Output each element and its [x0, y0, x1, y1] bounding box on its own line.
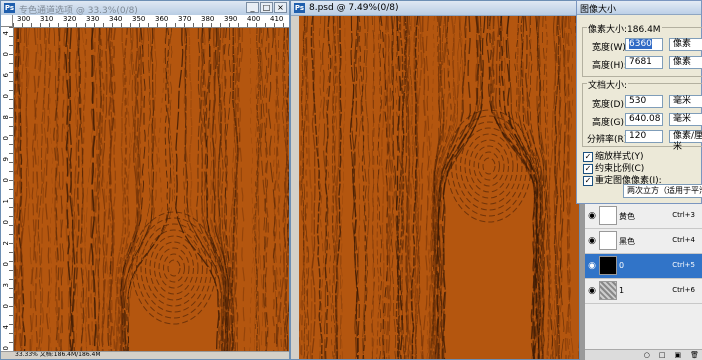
layer-thumbnail: [599, 281, 617, 300]
ruler-tick-label: 320: [63, 15, 77, 23]
dialog-title: 图像大小: [580, 5, 617, 15]
doc-height-label: 高度(G):: [592, 118, 628, 128]
pixel-dimensions-title: 像素大小:186.4M: [587, 22, 662, 35]
layer-thumbnail: [599, 256, 617, 275]
ruler-tick-label: 310: [40, 15, 54, 23]
ruler-tick-label: 400: [247, 15, 261, 23]
eye-icon[interactable]: ◉: [587, 286, 597, 296]
eye-icon[interactable]: ◉: [587, 236, 597, 246]
layer-thumbnail: [599, 206, 617, 225]
trash-icon[interactable]: 🗑: [690, 351, 699, 359]
eye-icon[interactable]: ◉: [587, 261, 597, 271]
layer-row-selected[interactable]: ◉ 0 Ctrl+5: [585, 254, 702, 279]
vertical-ruler: 4 0 6 0 8 0 9 0 1 0 2 0 3 0 4 0: [1, 27, 14, 359]
panel-footer: ○ □ ▣ 🗑: [585, 349, 702, 360]
image-size-dialog: 图像大小 像素大小:186.4M 宽度(W): 6360 像素 高度(H): 7…: [576, 0, 702, 204]
layer-row[interactable]: ◉ 黄色 Ctrl+3: [585, 204, 702, 229]
resample-method-select[interactable]: 两次立方（适用于平滑渐变）: [623, 184, 702, 198]
ruler-tick-label: 0: [2, 94, 10, 99]
right-window-title: 8.psd @ 7.49%(0/8): [309, 3, 399, 13]
ruler-tick-label: 340: [109, 15, 123, 23]
horizontal-ruler: 300 310 320 330 340 350 360 370 380 390 400 410: [13, 15, 289, 28]
ruler-tick-label: 390: [224, 15, 238, 23]
wood-texture-canvas-right[interactable]: [299, 16, 579, 359]
doc-height-input[interactable]: 640.08: [625, 113, 663, 126]
checkmark-icon: ✓: [583, 163, 593, 174]
layer-name: 0: [619, 261, 625, 270]
ruler-tick-label: 0: [2, 220, 10, 225]
ruler-tick-label: 0: [2, 346, 10, 351]
layer-row[interactable]: ◉ 黑色 Ctrl+4: [585, 229, 702, 254]
ruler-tick-label: 370: [178, 15, 192, 23]
layer-name: 黑色: [619, 237, 635, 246]
resolution-label: 分辨率(R):: [587, 135, 631, 145]
right-document-window: Ps 8.psd @ 7.49%(0/8): [290, 0, 580, 360]
width-unit-select[interactable]: 像素: [669, 38, 702, 51]
ruler-tick-label: 330: [86, 15, 100, 23]
photoshop-file-icon: Ps: [294, 3, 305, 13]
layer-shortcut: Ctrl+6: [672, 286, 695, 294]
left-document-window: Ps 专色通道选项 @ 33.3%(0/8) _ □ × 300 310 320 33…: [0, 0, 290, 360]
checkmark-icon: ✓: [583, 151, 593, 162]
ruler-tick-label: 300: [17, 15, 31, 23]
ruler-tick-label: 4: [2, 31, 10, 36]
ruler-tick-label: 0: [2, 262, 10, 267]
layer-shortcut: Ctrl+4: [672, 236, 695, 244]
ruler-tick-label: 350: [132, 15, 146, 23]
document-size-title: 文档大小:: [587, 78, 629, 91]
dialog-titlebar[interactable]: 图像大小: [577, 1, 701, 15]
maximize-button[interactable]: □: [260, 2, 273, 13]
layer-thumbnail: [599, 231, 617, 250]
eye-icon[interactable]: ◉: [587, 211, 597, 221]
wood-texture-canvas-left[interactable]: [14, 28, 289, 354]
resolution-input[interactable]: 120: [625, 130, 663, 143]
layer-shortcut: Ctrl+5: [672, 261, 695, 269]
channels-panel: ◉ 黄色 Ctrl+3 ◉ 黑色 Ctrl+4 ◉ 0 Ctrl+5 ◉ 1 C…: [584, 204, 702, 360]
doc-height-unit-select[interactable]: 毫米: [669, 113, 702, 126]
ruler-tick-label: 0: [2, 178, 10, 183]
ruler-tick-label: 3: [2, 283, 10, 288]
ruler-tick-label: 0: [2, 52, 10, 57]
doc-width-label: 宽度(D):: [592, 100, 627, 110]
width-label: 宽度(W):: [592, 43, 629, 53]
layer-name: 1: [619, 286, 625, 295]
height-label: 高度(H):: [592, 61, 627, 71]
ruler-tick-label: 2: [2, 241, 10, 246]
layer-row[interactable]: ◉ 1 Ctrl+6: [585, 279, 702, 304]
doc-width-input[interactable]: 530: [625, 95, 663, 108]
minimize-button[interactable]: _: [246, 2, 259, 13]
ruler-tick-label: 9: [2, 157, 10, 162]
height-input[interactable]: 7681: [625, 56, 663, 69]
checkmark-icon: ✓: [583, 175, 593, 186]
ruler-tick-label: 1: [2, 199, 10, 204]
right-window-titlebar[interactable]: Ps 8.psd @ 7.49%(0/8): [291, 1, 579, 16]
height-unit-select[interactable]: 像素: [669, 56, 702, 69]
photoshop-icon: Ps: [4, 3, 15, 13]
load-channel-icon[interactable]: ○: [644, 351, 650, 359]
close-button[interactable]: ×: [274, 2, 287, 13]
save-selection-icon[interactable]: □: [659, 351, 666, 359]
ruler-tick-label: 0: [2, 136, 10, 141]
left-window-titlebar[interactable]: Ps 专色通道选项 @ 33.3%(0/8) _ □ ×: [1, 1, 289, 16]
doc-width-unit-select[interactable]: 毫米: [669, 95, 702, 108]
layer-shortcut: Ctrl+3: [672, 211, 695, 219]
ruler-corner: [1, 15, 13, 27]
ruler-tick-label: 410: [270, 15, 284, 23]
ruler-tick-label: 0: [2, 304, 10, 309]
layer-name: 黄色: [619, 212, 635, 221]
ruler-tick-label: 4: [2, 325, 10, 330]
resolution-unit-select[interactable]: 像素/厘米: [669, 130, 702, 152]
new-channel-icon[interactable]: ▣: [674, 351, 681, 359]
ruler-tick-label: 6: [2, 73, 10, 78]
status-bar: 33.33% 文档:186.4M/186.4M: [1, 351, 289, 359]
ruler-tick-label: 8: [2, 115, 10, 120]
ruler-tick-label: 380: [201, 15, 215, 23]
ruler-tick-label: 360: [155, 15, 169, 23]
width-input[interactable]: 6360: [625, 38, 663, 51]
